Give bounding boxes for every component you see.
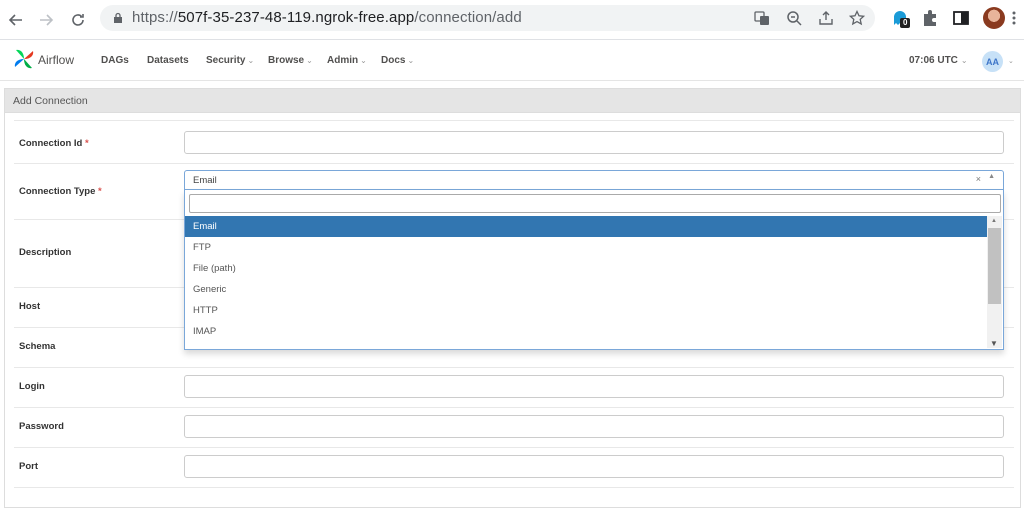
user-avatar[interactable]: AA bbox=[982, 51, 1003, 72]
address-bar[interactable]: https://507f-35-237-48-119.ngrok-free.ap… bbox=[100, 5, 875, 31]
airflow-logo-icon[interactable] bbox=[12, 47, 36, 71]
sidepanel-icon[interactable] bbox=[951, 8, 971, 28]
connection-type-select[interactable]: Email × ▲ bbox=[184, 170, 1004, 190]
login-input[interactable] bbox=[184, 375, 1004, 398]
row-port: Port bbox=[14, 448, 1014, 488]
password-label: Password bbox=[19, 421, 64, 432]
scroll-down-icon[interactable]: ▼ bbox=[990, 339, 998, 348]
port-label: Port bbox=[19, 461, 38, 472]
back-icon[interactable] bbox=[4, 8, 28, 32]
port-input[interactable] bbox=[184, 455, 1004, 478]
dropdown-options: Email FTP File (path) Generic HTTP IMAP bbox=[185, 216, 988, 348]
nav-browse[interactable]: Browse ⌄ bbox=[268, 55, 313, 66]
puzzle-icon[interactable] bbox=[920, 8, 940, 28]
connection-id-input[interactable] bbox=[184, 131, 1004, 154]
chevron-down-icon: ⌄ bbox=[247, 56, 255, 65]
brand-name[interactable]: Airflow bbox=[38, 53, 74, 67]
utc-clock[interactable]: 07:06 UTC ⌄ bbox=[909, 55, 968, 66]
nav-dags[interactable]: DAGs bbox=[101, 55, 129, 66]
extension-badge: 0 bbox=[900, 18, 911, 28]
connection-type-label: Connection Type * bbox=[19, 186, 102, 197]
dropdown-option-generic[interactable]: Generic bbox=[185, 279, 988, 300]
browser-toolbar: https://507f-35-237-48-119.ngrok-free.ap… bbox=[0, 0, 1024, 40]
row-password: Password bbox=[14, 408, 1014, 448]
url-text: https://507f-35-237-48-119.ngrok-free.ap… bbox=[132, 9, 522, 26]
chevron-down-icon: ⌄ bbox=[1008, 58, 1014, 65]
row-connection-id: Connection Id * bbox=[14, 120, 1014, 164]
airflow-navbar: Airflow DAGs Datasets Security ⌄ Browse ⌄ … bbox=[0, 41, 1024, 81]
nav-security[interactable]: Security ⌄ bbox=[206, 55, 254, 66]
description-label: Description bbox=[19, 247, 72, 258]
dropdown-search-input[interactable] bbox=[189, 194, 1001, 213]
profile-avatar[interactable] bbox=[983, 7, 1005, 29]
nav-datasets[interactable]: Datasets bbox=[147, 55, 189, 66]
dropdown-option-file-path[interactable]: File (path) bbox=[185, 258, 988, 279]
translate-icon[interactable] bbox=[754, 10, 770, 26]
connection-id-label: Connection Id * bbox=[19, 138, 89, 149]
chevron-down-icon: ⌄ bbox=[960, 56, 968, 65]
clear-icon[interactable]: × bbox=[976, 174, 981, 184]
schema-label: Schema bbox=[19, 341, 56, 352]
share-icon[interactable] bbox=[818, 10, 834, 26]
dropdown-option-email[interactable]: Email bbox=[185, 216, 988, 237]
chevron-down-icon: ⌄ bbox=[407, 56, 415, 65]
dropdown-option-http[interactable]: HTTP bbox=[185, 300, 988, 321]
dropdown-scrollbar[interactable]: ▲ ▼ bbox=[987, 216, 1002, 348]
nav-admin[interactable]: Admin ⌄ bbox=[327, 55, 367, 66]
chevron-down-icon: ⌄ bbox=[360, 56, 367, 65]
chevron-up-icon[interactable]: ▲ bbox=[988, 173, 995, 180]
reload-icon[interactable] bbox=[66, 8, 90, 32]
chevron-down-icon: ⌄ bbox=[306, 56, 313, 65]
zoom-icon[interactable] bbox=[786, 10, 802, 26]
row-login: Login bbox=[14, 368, 1014, 408]
panel-title: Add Connection bbox=[5, 89, 1020, 113]
lock-icon bbox=[114, 12, 122, 23]
dropdown-option-imap[interactable]: IMAP bbox=[185, 321, 988, 342]
connection-type-dropdown: Email FTP File (path) Generic HTTP IMAP … bbox=[184, 190, 1004, 350]
forward-icon[interactable] bbox=[34, 8, 58, 32]
login-label: Login bbox=[19, 381, 45, 392]
dropdown-option-ftp[interactable]: FTP bbox=[185, 237, 988, 258]
nav-docs[interactable]: Docs ⌄ bbox=[381, 55, 414, 66]
menu-dots-icon[interactable] bbox=[1012, 10, 1016, 26]
host-label: Host bbox=[19, 301, 41, 312]
password-input[interactable] bbox=[184, 415, 1004, 438]
scroll-up-icon[interactable]: ▲ bbox=[991, 218, 997, 224]
bookmark-star-icon[interactable] bbox=[849, 10, 865, 26]
connection-type-value: Email bbox=[193, 175, 217, 186]
scrollbar-thumb[interactable] bbox=[988, 228, 1001, 304]
